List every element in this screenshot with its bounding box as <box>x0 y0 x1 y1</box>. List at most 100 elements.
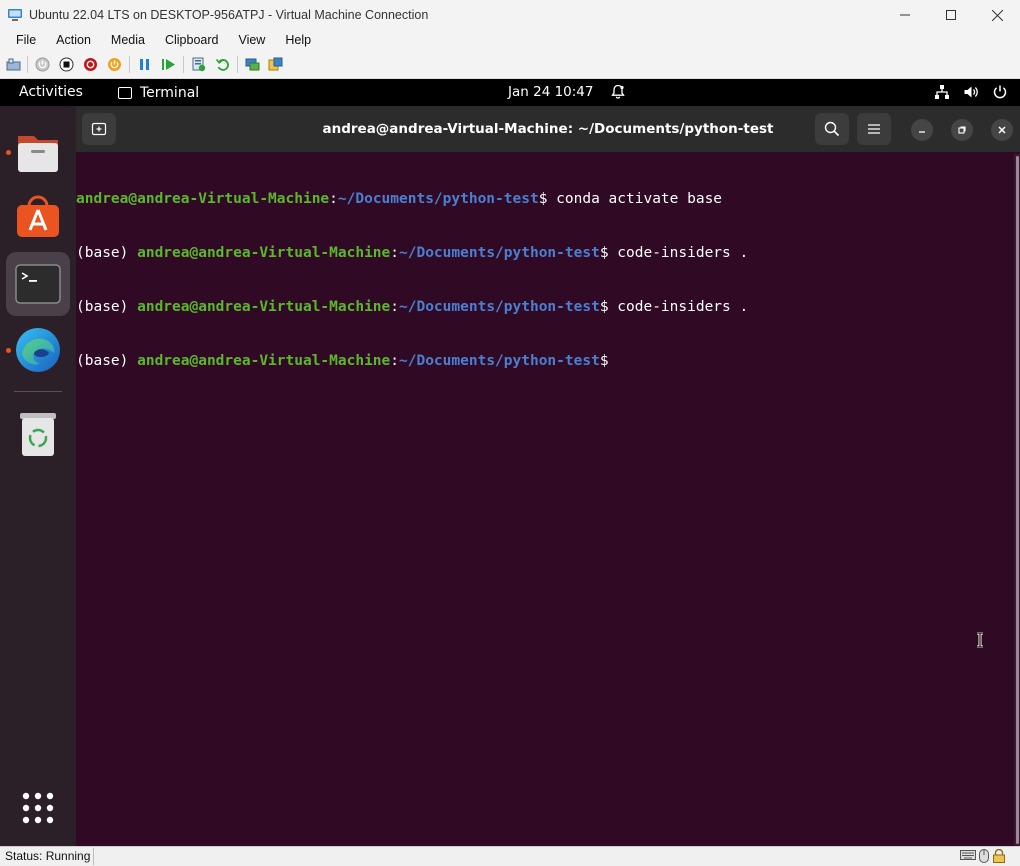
dock-edge[interactable] <box>6 318 70 382</box>
ubuntu-dock <box>0 106 76 846</box>
power-menu-icon[interactable] <box>992 84 1008 100</box>
keyboard-icon <box>960 850 976 860</box>
ctrl-alt-del-button[interactable] <box>6 57 21 72</box>
prompt-path: ~/Documents/python-test <box>399 353 600 369</box>
hamburger-menu-icon <box>868 124 880 134</box>
scrollbar-thumb[interactable] <box>1016 156 1019 844</box>
search-icon <box>824 121 840 137</box>
ubuntu-top-bar: Activities Terminal Jan 24 10:47 <box>0 79 1020 106</box>
start-icon <box>35 57 50 72</box>
show-apps-button[interactable] <box>6 776 70 840</box>
enhanced-session-icon <box>245 58 260 71</box>
files-icon <box>18 136 58 172</box>
dock-trash[interactable] <box>6 402 70 466</box>
terminal-minimize-button[interactable] <box>911 119 933 141</box>
resume-button[interactable] <box>161 57 176 72</box>
dock-terminal[interactable] <box>6 252 70 316</box>
maximize-icon <box>946 10 956 20</box>
dock-separator <box>14 391 62 392</box>
terminal-line: (base) andrea@andrea-Virtual-Machine:~/D… <box>76 298 1014 316</box>
terminal-line: andrea@andrea-Virtual-Machine:~/Document… <box>76 190 1014 208</box>
restore-icon <box>958 126 966 134</box>
turn-off-button[interactable] <box>59 57 74 72</box>
network-icon[interactable] <box>934 84 950 100</box>
prompt-user-host: andrea@andrea-Virtual-Machine <box>137 299 391 315</box>
terminal-header-bar: andrea@andrea-Virtual-Machine: ~/Documen… <box>76 106 1020 152</box>
start-button[interactable] <box>35 57 50 72</box>
clock[interactable]: Jan 24 10:47 <box>508 79 593 106</box>
maximize-button[interactable] <box>928 0 974 30</box>
vm-connection-icon <box>8 9 22 21</box>
play-icon <box>162 59 175 70</box>
dock-files[interactable] <box>6 120 70 184</box>
minimize-icon <box>900 14 910 16</box>
minimize-icon <box>919 131 925 133</box>
terminal-icon <box>15 264 61 304</box>
terminal-output[interactable]: andrea@andrea-Virtual-Machine:~/Document… <box>76 154 1014 846</box>
prompt-path: ~/Documents/python-test <box>399 245 600 261</box>
close-button[interactable] <box>974 0 1020 30</box>
command-text: $ <box>599 353 618 369</box>
close-icon <box>998 126 1006 134</box>
prompt-path: ~/Documents/python-test <box>337 191 539 207</box>
menu-file[interactable]: File <box>6 30 46 50</box>
prompt-user-host: andrea@andrea-Virtual-Machine <box>137 353 391 369</box>
ctrl-alt-del-icon <box>6 58 21 71</box>
host-title-bar: Ubuntu 22.04 LTS on DESKTOP-956ATPJ - Vi… <box>0 0 1020 30</box>
app-store-icon <box>17 195 59 237</box>
terminal-small-icon <box>118 86 132 99</box>
conda-env-prefix: (base) <box>76 353 138 369</box>
stop-icon <box>59 57 74 72</box>
activities-button[interactable]: Activities <box>19 79 83 106</box>
menu-action[interactable]: Action <box>46 30 101 50</box>
command-text: $ code-insiders . <box>599 299 749 315</box>
notification-bell-icon[interactable] <box>610 84 626 100</box>
terminal-line: (base) andrea@andrea-Virtual-Machine:~/D… <box>76 244 1014 262</box>
edge-browser-icon <box>16 328 60 372</box>
prompt-separator: : <box>390 353 400 369</box>
prompt-separator: : <box>390 245 400 261</box>
terminal-close-button[interactable] <box>991 119 1013 141</box>
shut-down-button[interactable] <box>83 57 98 72</box>
vm-status-text: Status: Running <box>2 848 95 865</box>
terminal-window: andrea@andrea-Virtual-Machine: ~/Documen… <box>76 106 1020 846</box>
pause-icon <box>140 59 149 70</box>
terminal-scrollbar[interactable] <box>1014 154 1020 846</box>
mouse-icon <box>979 849 989 863</box>
app-menu-terminal[interactable]: Terminal <box>118 79 199 106</box>
prompt-path: ~/Documents/python-test <box>399 299 600 315</box>
share-icon <box>268 57 283 71</box>
command-text: $ conda activate base <box>538 191 723 207</box>
terminal-line: (base) andrea@andrea-Virtual-Machine:~/D… <box>76 352 1014 370</box>
host-status-bar: Status: Running <box>0 846 1020 866</box>
command-text: $ code-insiders . <box>599 245 749 261</box>
conda-env-prefix: (base) <box>76 245 138 261</box>
menu-clipboard[interactable]: Clipboard <box>155 30 229 50</box>
minimize-button[interactable] <box>882 0 928 30</box>
dock-app-center[interactable] <box>6 184 70 248</box>
pause-button[interactable] <box>137 57 152 72</box>
revert-icon <box>215 58 229 71</box>
menu-help[interactable]: Help <box>275 30 321 50</box>
terminal-restore-button[interactable] <box>951 119 973 141</box>
app-grid-icon <box>22 792 54 824</box>
prompt-user-host: andrea@andrea-Virtual-Machine <box>137 245 391 261</box>
shutdown-icon <box>84 58 97 71</box>
power-icon <box>108 58 121 71</box>
revert-button[interactable] <box>215 57 230 72</box>
prompt-separator: : <box>329 191 338 207</box>
menu-view[interactable]: View <box>228 30 275 50</box>
terminal-menu-button[interactable] <box>857 113 891 145</box>
enhanced-session-button[interactable] <box>245 57 260 72</box>
terminal-search-button[interactable] <box>815 113 849 145</box>
share-button[interactable] <box>268 57 283 72</box>
ibeam-cursor-icon <box>977 632 983 648</box>
menu-media[interactable]: Media <box>101 30 155 50</box>
save-state-button[interactable] <box>107 57 122 72</box>
checkpoint-button[interactable] <box>191 57 206 72</box>
close-icon <box>991 9 1003 21</box>
host-window-title: Ubuntu 22.04 LTS on DESKTOP-956ATPJ - Vi… <box>29 8 429 22</box>
volume-icon[interactable] <box>963 84 979 100</box>
conda-env-prefix: (base) <box>76 299 138 315</box>
prompt-separator: : <box>390 299 400 315</box>
